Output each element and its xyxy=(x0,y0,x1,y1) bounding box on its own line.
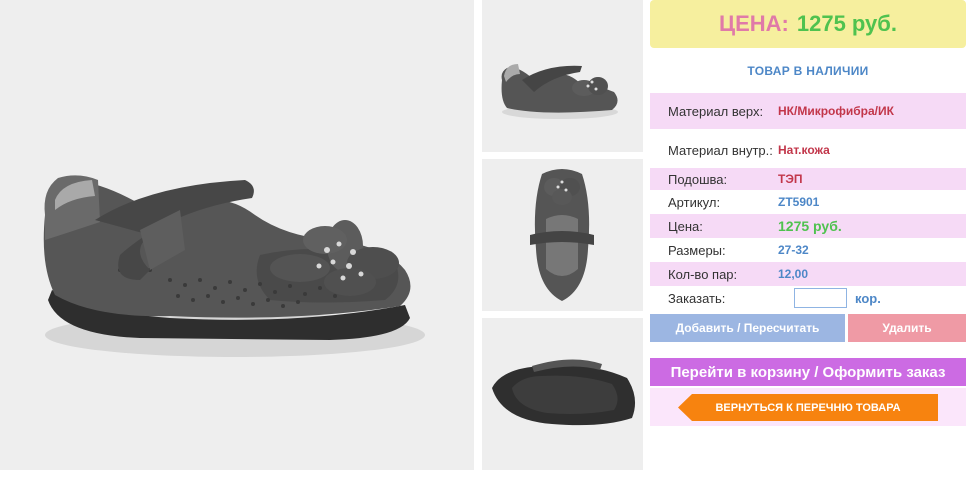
back-to-list-button[interactable]: ВЕРНУТЬСЯ К ПЕРЕЧНЮ ТОВАРА xyxy=(678,394,938,421)
order-quantity-input[interactable] xyxy=(794,288,847,308)
shoe-side-illustration xyxy=(43,175,425,357)
thumbnail-top[interactable] xyxy=(482,159,643,311)
back-button-label: ВЕРНУТЬСЯ К ПЕРЕЧНЮ ТОВАРА xyxy=(715,401,901,414)
spec-row-upper-material: Материал верх: НК/Микрофибра/ИК xyxy=(650,93,966,129)
delete-button[interactable]: Удалить xyxy=(848,314,966,342)
spec-label: Цена: xyxy=(668,218,703,234)
spec-label: Кол-во пар: xyxy=(668,266,738,282)
spec-value: 12,00 xyxy=(778,267,809,281)
spec-value: Нат.кожа xyxy=(778,143,830,157)
spec-row-sizes: Размеры: 27-32 xyxy=(650,239,966,261)
spec-row-inner-material: Материал внутр.: Нат.кожа xyxy=(650,135,966,165)
spec-value: НК/Микрофибра/ИК xyxy=(778,104,894,118)
shoe-top-thumb-illustration xyxy=(530,169,594,301)
spec-value: ZT5901 xyxy=(778,195,820,209)
main-product-image xyxy=(0,0,474,470)
spec-label: Материал внутр.: xyxy=(668,142,773,158)
spec-row-price: Цена: 1275 руб. xyxy=(650,214,966,238)
spec-row-article: Артикул: ZT5901 xyxy=(650,191,966,213)
price-label: ЦЕНА: xyxy=(719,11,789,36)
spec-row-sole: Подошва: ТЭП xyxy=(650,168,966,190)
thumbnail-sole[interactable] xyxy=(482,318,643,470)
price-value: 1275 руб. xyxy=(796,11,897,36)
spec-label: Артикул: xyxy=(668,194,721,210)
stock-status: ТОВАР В НАЛИЧИИ xyxy=(747,64,869,78)
thumbnail-side[interactable] xyxy=(482,0,643,152)
spec-label: Материал верх: xyxy=(668,103,764,119)
go-to-cart-button[interactable]: Перейти в корзину / Оформить заказ xyxy=(650,358,966,386)
add-recalculate-button[interactable]: Добавить / Пересчитать xyxy=(650,314,845,342)
shoe-sole-thumb-illustration xyxy=(492,359,636,426)
spec-row-pairs: Кол-во пар: 12,00 xyxy=(650,262,966,286)
spec-value: 1275 руб. xyxy=(778,218,842,234)
spec-label: Размеры: xyxy=(668,242,726,258)
order-label: Заказать: xyxy=(668,290,726,306)
spec-value: 27-32 xyxy=(778,243,809,257)
spec-label: Подошва: xyxy=(668,171,728,187)
price-header: ЦЕНА: 1275 руб. xyxy=(650,0,966,48)
order-unit: кор. xyxy=(855,290,881,306)
order-row: Заказать: кор. xyxy=(650,287,966,309)
shoe-side-thumb-illustration xyxy=(501,64,618,119)
spec-value: ТЭП xyxy=(778,172,803,186)
